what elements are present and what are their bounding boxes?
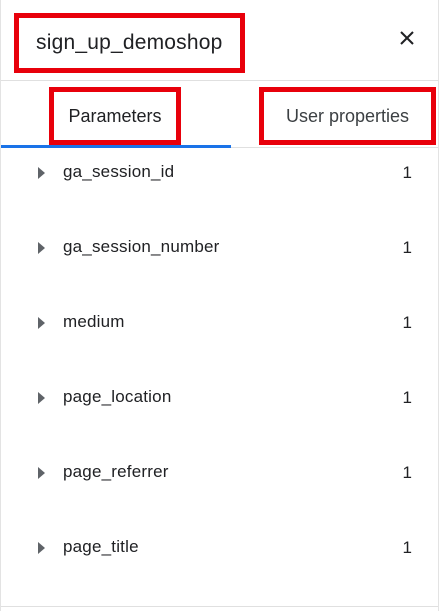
parameter-count: 1 (402, 163, 412, 182)
tab-parameters[interactable]: Parameters (1, 81, 231, 148)
parameter-count: 1 (402, 238, 412, 257)
expand-caret-icon[interactable] (38, 542, 45, 554)
expand-caret-icon[interactable] (38, 392, 45, 404)
tab-bar: Parameters User properties (1, 81, 438, 148)
parameter-row[interactable]: medium 1 (1, 298, 438, 373)
tab-parameters-highlight-box: Parameters (49, 87, 181, 145)
expand-caret-icon[interactable] (38, 242, 45, 254)
parameter-name: medium (63, 312, 125, 331)
tab-user-properties-label: User properties (285, 105, 410, 126)
parameter-count: 1 (402, 538, 412, 557)
parameter-row[interactable]: page_referrer 1 (1, 448, 438, 523)
expand-caret-icon[interactable] (38, 467, 45, 479)
parameter-count: 1 (402, 463, 412, 482)
parameter-name: page_title (63, 537, 139, 556)
parameter-name: page_location (63, 387, 172, 406)
parameter-name: ga_session_number (63, 237, 220, 256)
close-icon (400, 31, 414, 45)
event-title: sign_up_demoshop (36, 31, 223, 54)
expand-caret-icon[interactable] (38, 167, 45, 179)
parameter-row[interactable]: page_location 1 (1, 373, 438, 448)
tab-user-properties[interactable]: User properties (231, 81, 439, 147)
bottom-divider (1, 606, 438, 607)
tab-user-properties-highlight-box: User properties (259, 87, 436, 145)
event-details-panel: sign_up_demoshop Parameters User propert… (0, 0, 439, 611)
parameter-count: 1 (402, 388, 412, 407)
parameter-list: ga_session_id 1 ga_session_number 1 medi… (1, 148, 438, 598)
parameter-row[interactable]: ga_session_id 1 (1, 148, 438, 223)
parameter-count: 1 (402, 313, 412, 332)
close-button[interactable] (394, 25, 420, 51)
expand-caret-icon[interactable] (38, 317, 45, 329)
parameter-row[interactable]: ga_session_number 1 (1, 223, 438, 298)
panel-header: sign_up_demoshop (1, 0, 438, 81)
parameter-row[interactable]: page_title 1 (1, 523, 438, 598)
title-highlight-box: sign_up_demoshop (14, 13, 245, 73)
parameter-name: page_referrer (63, 462, 169, 481)
tab-parameters-label: Parameters (68, 105, 162, 126)
parameter-name: ga_session_id (63, 162, 175, 181)
